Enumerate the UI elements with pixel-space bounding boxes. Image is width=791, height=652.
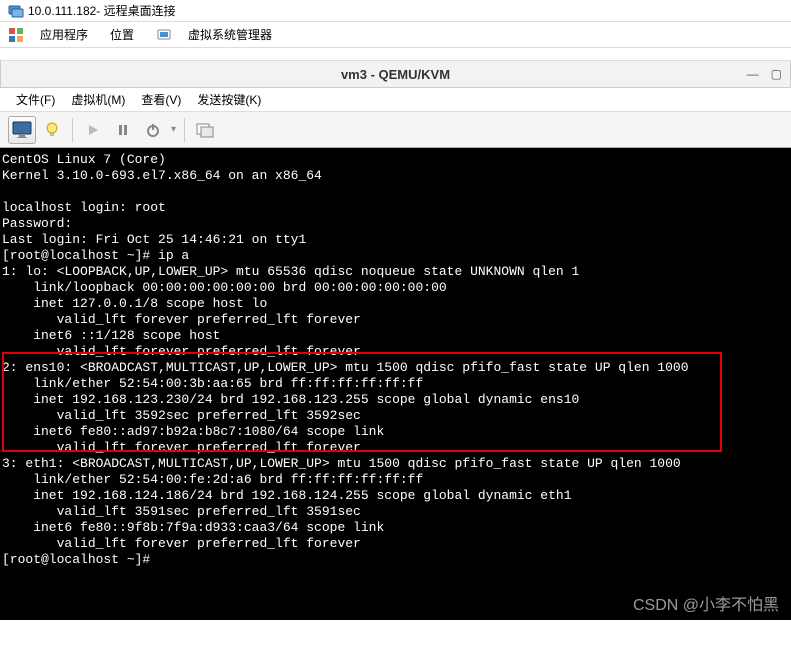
terminal-line: Kernel 3.10.0-693.el7.x86_64 on an x86_6… bbox=[2, 168, 789, 184]
menu-vmm[interactable]: 虚拟系统管理器 bbox=[182, 24, 278, 45]
terminal-line: link/ether 52:54:00:3b:aa:65 brd ff:ff:f… bbox=[2, 376, 789, 392]
terminal-line: inet6 ::1/128 scope host bbox=[2, 328, 789, 344]
vm-menu-vm[interactable]: 虚拟机(M) bbox=[63, 89, 133, 110]
vm-menubar: 文件(F) 虚拟机(M) 查看(V) 发送按键(K) bbox=[0, 88, 791, 112]
vm-window-titlebar: vm3 - QEMU/KVM — ▢ bbox=[0, 60, 791, 88]
snapshot-button[interactable] bbox=[191, 116, 219, 144]
vmm-icon bbox=[156, 27, 172, 43]
terminal-line bbox=[2, 184, 789, 200]
power-icon bbox=[146, 123, 160, 137]
terminal-line: valid_lft 3592sec preferred_lft 3592sec bbox=[2, 408, 789, 424]
terminal-line: valid_lft forever preferred_lft forever bbox=[2, 312, 789, 328]
snapshot-icon bbox=[196, 122, 214, 138]
rdp-icon bbox=[8, 3, 24, 19]
vm-menu-file[interactable]: 文件(F) bbox=[8, 89, 63, 110]
terminal-line: valid_lft forever preferred_lft forever bbox=[2, 536, 789, 552]
terminal-line: link/loopback 00:00:00:00:00:00 brd 00:0… bbox=[2, 280, 789, 296]
vm-menu-view[interactable]: 查看(V) bbox=[133, 89, 189, 110]
pause-icon bbox=[116, 123, 130, 137]
toolbar-separator bbox=[72, 118, 73, 142]
terminal-line: valid_lft forever preferred_lft forever bbox=[2, 440, 789, 456]
terminal-line: inet 127.0.0.1/8 scope host lo bbox=[2, 296, 789, 312]
stop-button[interactable] bbox=[139, 116, 167, 144]
minimize-button[interactable]: — bbox=[747, 67, 759, 81]
vm-window-title: vm3 - QEMU/KVM bbox=[341, 67, 450, 82]
apps-icon bbox=[8, 27, 24, 43]
monitor-icon bbox=[12, 121, 32, 139]
terminal-line: inet 192.168.123.230/24 brd 192.168.123.… bbox=[2, 392, 789, 408]
terminal-line: localhost login: root bbox=[2, 200, 789, 216]
terminal-line: inet6 fe80::ad97:b92a:b8c7:1080/64 scope… bbox=[2, 424, 789, 440]
menu-location[interactable]: 位置 bbox=[104, 24, 140, 45]
terminal-line: inet 192.168.124.186/24 brd 192.168.124.… bbox=[2, 488, 789, 504]
vm-toolbar: ▾ bbox=[0, 112, 791, 148]
terminal-line: Last login: Fri Oct 25 14:46:21 on tty1 bbox=[2, 232, 789, 248]
terminal-line: valid_lft 3591sec preferred_lft 3591sec bbox=[2, 504, 789, 520]
terminal-line: CentOS Linux 7 (Core) bbox=[2, 152, 789, 168]
terminal-line: 3: eth1: <BROADCAST,MULTICAST,UP,LOWER_U… bbox=[2, 456, 789, 472]
rdp-title-suffix: - 远程桌面连接 bbox=[96, 2, 175, 19]
menu-apps[interactable]: 应用程序 bbox=[34, 24, 94, 45]
dropdown-icon[interactable]: ▾ bbox=[169, 124, 178, 135]
bulb-icon bbox=[44, 121, 60, 139]
toolbar-separator-2 bbox=[184, 118, 185, 142]
console-button[interactable] bbox=[8, 116, 36, 144]
info-button[interactable] bbox=[38, 116, 66, 144]
play-button[interactable] bbox=[79, 116, 107, 144]
terminal-line: link/ether 52:54:00:fe:2d:a6 brd ff:ff:f… bbox=[2, 472, 789, 488]
play-icon bbox=[86, 123, 100, 137]
terminal-line: inet6 fe80::9f8b:7f9a:d933:caa3/64 scope… bbox=[2, 520, 789, 536]
watermark-text: CSDN @小李不怕黑 bbox=[633, 598, 779, 614]
pause-button[interactable] bbox=[109, 116, 137, 144]
maximize-button[interactable]: ▢ bbox=[771, 67, 782, 81]
terminal-line: [root@localhost ~]# bbox=[2, 552, 789, 568]
terminal-line: 1: lo: <LOOPBACK,UP,LOWER_UP> mtu 65536 … bbox=[2, 264, 789, 280]
terminal-line: valid_lft forever preferred_lft forever bbox=[2, 344, 789, 360]
rdp-title-ip: 10.0.111.182 bbox=[28, 4, 96, 18]
terminal-line: [root@localhost ~]# ip a bbox=[2, 248, 789, 264]
rdp-titlebar: 10.0.111.182 - 远程桌面连接 bbox=[0, 0, 791, 22]
terminal-line: Password: bbox=[2, 216, 789, 232]
terminal-line: 2: ens10: <BROADCAST,MULTICAST,UP,LOWER_… bbox=[2, 360, 789, 376]
host-menubar: 应用程序 位置 虚拟系统管理器 bbox=[0, 22, 791, 48]
vm-menu-send[interactable]: 发送按键(K) bbox=[189, 89, 269, 110]
terminal-output[interactable]: CentOS Linux 7 (Core)Kernel 3.10.0-693.e… bbox=[0, 148, 791, 620]
